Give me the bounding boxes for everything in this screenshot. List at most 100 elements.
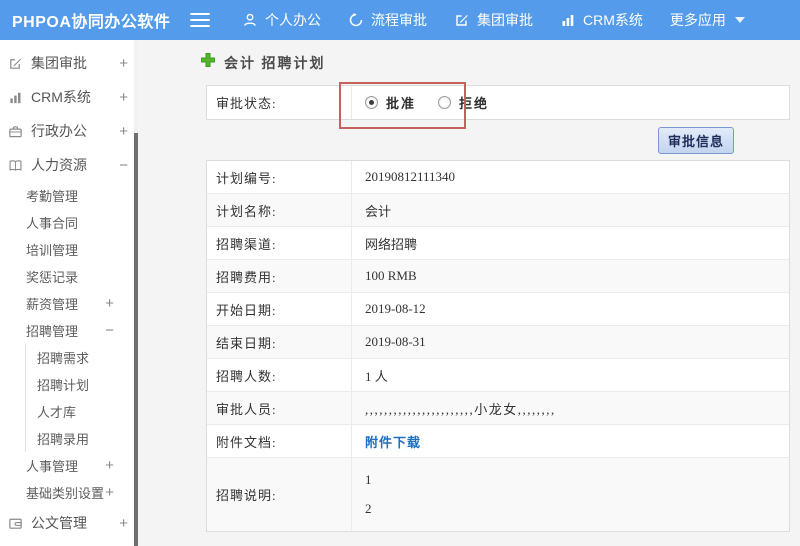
table-row-channel: 招聘渠道: 网络招聘 xyxy=(207,227,789,260)
sidebar-item-recruit-hire[interactable]: 招聘录用 xyxy=(26,425,138,452)
sidebar-item-hr-mgmt[interactable]: 人事管理 + xyxy=(0,452,138,479)
sidebar-item-document-mgmt[interactable]: 公文管理 + xyxy=(0,506,138,540)
sidebar-item-recruit-plan[interactable]: 招聘计划 xyxy=(26,371,138,398)
nav-personal-office[interactable]: 个人办公 xyxy=(242,10,321,30)
approval-info-button[interactable]: 审批信息 xyxy=(657,126,734,154)
field-label: 审批状态: xyxy=(207,86,352,119)
table-row-headcount: 招聘人数: 1 人 xyxy=(207,359,789,392)
sidebar-item-hr-contract[interactable]: 人事合同 xyxy=(0,209,138,236)
edit-square-icon xyxy=(8,56,23,71)
sidebar-label: 薪资管理 xyxy=(26,297,79,312)
field-value: 会计 xyxy=(365,203,392,219)
sidebar-item-vehicle-mgmt[interactable]: 用车管理 + xyxy=(0,540,138,546)
page-title: 会计 招聘计划 xyxy=(224,56,326,72)
sidebar-label: 招聘管理 xyxy=(26,324,79,339)
sidebar-label: 公文管理 xyxy=(31,515,87,531)
radio-approve-label[interactable]: 批准 xyxy=(386,93,416,112)
nav-label: 更多应用 xyxy=(669,12,726,28)
description-line: 1 xyxy=(365,471,372,487)
sidebar-item-recruit-demand[interactable]: 招聘需求 xyxy=(26,344,138,371)
sidebar-label: 招聘计划 xyxy=(37,378,90,393)
sidebar-item-crm[interactable]: CRM系统 + xyxy=(0,80,138,114)
description-line: 2 xyxy=(365,501,372,517)
expand-icon[interactable]: + xyxy=(119,89,128,106)
nav-label: 流程审批 xyxy=(371,12,427,28)
sidebar-item-training[interactable]: 培训管理 xyxy=(0,236,138,263)
nav-process-approval[interactable]: 流程审批 xyxy=(348,10,427,30)
approval-status-row: 审批状态: 批准 拒绝 xyxy=(207,86,789,119)
sidebar-label: 行政办公 xyxy=(31,123,87,139)
briefcase-icon xyxy=(8,124,23,139)
sidebar-scrollbar[interactable] xyxy=(134,40,138,546)
bar-chart-icon xyxy=(560,12,576,28)
sidebar-label: 基础类别设置 xyxy=(26,486,105,501)
topbar: PHPOA协同办公软件 个人办公 流程审批 集团审批 CRM系统 更多应用 xyxy=(0,0,800,40)
sidebar-label: 人力资源 xyxy=(31,157,87,173)
sidebar-label: 人事管理 xyxy=(26,459,79,474)
field-label: 计划名称: xyxy=(207,194,352,226)
field-value: 20190812111340 xyxy=(365,169,456,184)
sidebar-item-rewards[interactable]: 奖惩记录 xyxy=(0,263,138,290)
expand-icon[interactable]: + xyxy=(119,123,128,140)
scrollbar-thumb[interactable] xyxy=(134,133,138,546)
nav-label: 集团审批 xyxy=(477,12,533,28)
sidebar-label: 人才库 xyxy=(37,405,77,420)
expand-icon[interactable]: + xyxy=(105,295,114,312)
collapse-icon[interactable]: − xyxy=(105,322,114,339)
hamburger-menu-icon[interactable] xyxy=(190,9,210,31)
collapse-icon[interactable]: − xyxy=(119,157,128,174)
field-label: 招聘费用: xyxy=(207,260,352,292)
field-label: 审批人员: xyxy=(207,392,352,424)
sidebar-label: 集团审批 xyxy=(31,55,87,71)
table-row-description: 招聘说明: 1 2 xyxy=(207,458,789,531)
expand-icon[interactable]: + xyxy=(119,55,128,72)
process-cycle-icon xyxy=(348,12,364,28)
user-icon xyxy=(242,12,258,28)
sidebar-item-human-resources[interactable]: 人力资源 − xyxy=(0,148,138,182)
approval-radio-group: 批准 拒绝 xyxy=(365,93,503,112)
add-plus-icon[interactable] xyxy=(200,52,216,73)
radio-reject[interactable] xyxy=(438,96,452,109)
field-value: ,,,,,,,,,,,,,,,,,,,,,,,小龙女,,,,,,,, xyxy=(365,401,556,417)
sidebar-item-base-category[interactable]: 基础类别设置 + xyxy=(0,479,138,506)
sidebar-item-salary[interactable]: 薪资管理 + xyxy=(0,290,138,317)
book-icon xyxy=(8,158,23,173)
sidebar-item-attendance[interactable]: 考勤管理 xyxy=(0,182,138,209)
field-label: 招聘渠道: xyxy=(207,227,352,259)
recruit-submenu: 招聘需求 招聘计划 人才库 招聘录用 xyxy=(25,344,138,452)
field-label: 招聘说明: xyxy=(207,458,352,531)
nav-label: 个人办公 xyxy=(265,12,321,28)
sidebar-item-talent-pool[interactable]: 人才库 xyxy=(26,398,138,425)
nav-group-approval[interactable]: 集团审批 xyxy=(454,10,533,30)
attachment-download-link[interactable]: 附件下载 xyxy=(365,432,421,451)
sidebar-item-group-approval[interactable]: 集团审批 + xyxy=(0,46,138,80)
radio-reject-label[interactable]: 拒绝 xyxy=(459,93,489,112)
sidebar-label: CRM系统 xyxy=(31,89,91,105)
field-value: 网络招聘 xyxy=(365,236,418,252)
sidebar-item-recruit-mgmt[interactable]: 招聘管理 − xyxy=(0,317,138,344)
sidebar-item-admin-office[interactable]: 行政办公 + xyxy=(0,114,138,148)
sidebar-label: 奖惩记录 xyxy=(26,270,79,285)
sidebar-label: 人事合同 xyxy=(26,216,79,231)
field-label: 计划编号: xyxy=(207,161,352,193)
expand-icon[interactable]: + xyxy=(119,515,128,532)
expand-icon[interactable]: + xyxy=(105,457,114,474)
field-value: 2019-08-12 xyxy=(365,301,426,316)
sidebar-label: 考勤管理 xyxy=(26,189,79,204)
field-value: 1 人 xyxy=(365,368,388,384)
field-label: 结束日期: xyxy=(207,326,352,358)
nav-label: CRM系统 xyxy=(583,12,643,28)
expand-icon[interactable]: + xyxy=(105,484,114,501)
nav-more-apps[interactable]: 更多应用 xyxy=(670,10,745,30)
table-row-end-date: 结束日期: 2019-08-31 xyxy=(207,326,789,359)
bar-chart-icon xyxy=(8,90,23,105)
field-label: 开始日期: xyxy=(207,293,352,325)
field-value: 2019-08-31 xyxy=(365,334,426,349)
table-row-plan-name: 计划名称: 会计 xyxy=(207,194,789,227)
page-header: 会计 招聘计划 xyxy=(200,40,790,85)
radio-approve[interactable] xyxy=(365,96,378,109)
nav-crm-system[interactable]: CRM系统 xyxy=(560,10,643,30)
sidebar-label: 招聘录用 xyxy=(37,432,90,447)
edit-square-icon xyxy=(454,12,470,28)
field-value: 100 RMB xyxy=(365,268,417,283)
